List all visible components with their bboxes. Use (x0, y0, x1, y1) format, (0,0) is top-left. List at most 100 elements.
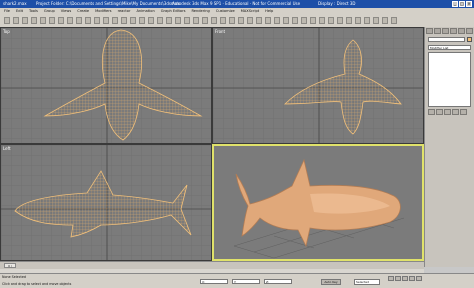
menu-create[interactable]: Create (77, 8, 89, 15)
toolbar-button-icon[interactable] (310, 17, 316, 24)
viewport-top[interactable]: Top (0, 27, 212, 144)
toolbar-button-icon[interactable] (292, 17, 298, 24)
toolbar-button-icon[interactable] (4, 17, 10, 24)
toolbar-button-icon[interactable] (157, 17, 163, 24)
menu-maxscript[interactable]: MAXScript (241, 8, 259, 15)
utilities-tab-icon[interactable] (466, 28, 473, 34)
toolbar-button-icon[interactable] (175, 17, 181, 24)
toolbar-button-icon[interactable] (319, 17, 325, 24)
modify-tab-icon[interactable] (434, 28, 441, 34)
toolbar-button-icon[interactable] (247, 17, 253, 24)
previous-frame-icon[interactable] (395, 276, 401, 281)
modifier-list-dropdown[interactable]: Modifier List (428, 45, 471, 50)
viewport-front[interactable]: Front (212, 27, 424, 144)
shark-perspective-shaded (214, 146, 422, 259)
toolbar-button-icon[interactable] (31, 17, 37, 24)
create-tab-icon[interactable] (426, 28, 433, 34)
toolbar-button-icon[interactable] (85, 17, 91, 24)
toolbar-button-icon[interactable] (337, 17, 343, 24)
command-panel: Modifier List (424, 27, 474, 267)
toolbar-button-icon[interactable] (346, 17, 352, 24)
toolbar-button-icon[interactable] (355, 17, 361, 24)
menu-customize[interactable]: Customize (216, 8, 235, 15)
menu-edit[interactable]: Edit (16, 8, 23, 15)
toolbar-button-icon[interactable] (130, 17, 136, 24)
pin-stack-icon[interactable] (428, 109, 435, 115)
toolbar-button-icon[interactable] (193, 17, 199, 24)
toolbar-button-icon[interactable] (283, 17, 289, 24)
toolbar-button-icon[interactable] (58, 17, 64, 24)
frame-indicator[interactable]: 0 / 100 (4, 263, 16, 272)
remove-modifier-icon[interactable] (452, 109, 459, 115)
toolbar-button-icon[interactable] (238, 17, 244, 24)
prompt-line: Click and drag to select and move object… (2, 282, 72, 286)
toolbar-button-icon[interactable] (40, 17, 46, 24)
play-icon[interactable] (402, 276, 408, 281)
toolbar-button-icon[interactable] (328, 17, 334, 24)
x-coordinate-field[interactable]: X: (200, 279, 228, 284)
toolbar-button-icon[interactable] (67, 17, 73, 24)
menu-modifiers[interactable]: Modifiers (95, 8, 111, 15)
toolbar-button-icon[interactable] (301, 17, 307, 24)
minimize-button[interactable]: _ (452, 1, 458, 7)
show-end-result-icon[interactable] (436, 109, 443, 115)
toolbar-button-icon[interactable] (256, 17, 262, 24)
toolbar-button-icon[interactable] (382, 17, 388, 24)
motion-tab-icon[interactable] (450, 28, 457, 34)
toolbar-button-icon[interactable] (94, 17, 100, 24)
toolbar-button-icon[interactable] (202, 17, 208, 24)
toolbar-button-icon[interactable] (229, 17, 235, 24)
viewport-perspective[interactable]: Perspective (212, 144, 424, 261)
go-to-end-icon[interactable] (416, 276, 422, 281)
go-to-start-icon[interactable] (388, 276, 394, 281)
key-filter-selected[interactable]: Selected (354, 279, 380, 285)
maximize-button[interactable]: □ (459, 1, 465, 7)
z-coordinate-field[interactable]: Z: (264, 279, 292, 284)
toolbar-button-icon[interactable] (265, 17, 271, 24)
shark-top-wireframe (1, 28, 211, 143)
toolbar-button-icon[interactable] (13, 17, 19, 24)
menu-animation[interactable]: Animation (136, 8, 154, 15)
file-name: shark2.max (3, 1, 27, 6)
menu-tools[interactable]: Tools (29, 8, 38, 15)
toolbar-button-icon[interactable] (184, 17, 190, 24)
hierarchy-tab-icon[interactable] (442, 28, 449, 34)
toolbar-button-icon[interactable] (391, 17, 397, 24)
app-title: Autodesk 3ds Max 9 SP1 · Educational · N… (172, 1, 301, 6)
toolbar-button-icon[interactable] (211, 17, 217, 24)
toolbar-button-icon[interactable] (274, 17, 280, 24)
title-bar: shark2.max Project Folder: C:\Documents … (0, 0, 474, 8)
shark-front-wireframe (213, 28, 423, 143)
toolbar-button-icon[interactable] (103, 17, 109, 24)
menu-group[interactable]: Group (44, 8, 55, 15)
viewport-left[interactable]: Left (0, 144, 212, 261)
object-color-swatch[interactable] (467, 37, 472, 42)
next-frame-icon[interactable] (409, 276, 415, 281)
configure-sets-icon[interactable] (460, 109, 467, 115)
selection-status: None Selected (2, 275, 26, 279)
toolbar-button-icon[interactable] (49, 17, 55, 24)
toolbar-button-icon[interactable] (112, 17, 118, 24)
object-name-field[interactable] (428, 37, 465, 42)
menu-file[interactable]: File (4, 8, 10, 15)
y-coordinate-field[interactable]: Y: (232, 279, 260, 284)
toolbar-button-icon[interactable] (121, 17, 127, 24)
modifier-stack[interactable] (428, 52, 471, 107)
menu-rendering[interactable]: Rendering (191, 8, 209, 15)
menu-reactor[interactable]: reactor (118, 8, 131, 15)
toolbar-button-icon[interactable] (139, 17, 145, 24)
menu-help[interactable]: Help (265, 8, 273, 15)
make-unique-icon[interactable] (444, 109, 451, 115)
toolbar-button-icon[interactable] (148, 17, 154, 24)
display-tab-icon[interactable] (458, 28, 465, 34)
toolbar-button-icon[interactable] (76, 17, 82, 24)
close-button[interactable]: × (466, 1, 472, 7)
toolbar-button-icon[interactable] (220, 17, 226, 24)
toolbar-button-icon[interactable] (166, 17, 172, 24)
auto-key-button[interactable]: Auto Key (321, 279, 341, 285)
menu-graph-editors[interactable]: Graph Editors (161, 8, 186, 15)
toolbar-button-icon[interactable] (364, 17, 370, 24)
toolbar-button-icon[interactable] (22, 17, 28, 24)
menu-views[interactable]: Views (61, 8, 71, 15)
toolbar-button-icon[interactable] (373, 17, 379, 24)
